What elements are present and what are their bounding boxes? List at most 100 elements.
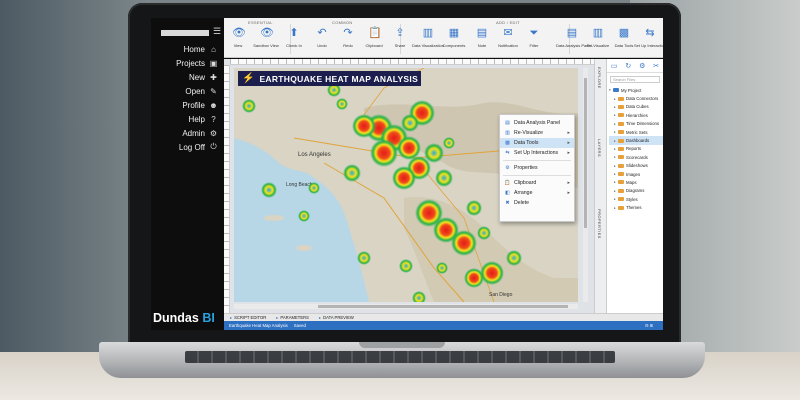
data-tools-icon: ▩ bbox=[618, 27, 630, 39]
explorer-search-input[interactable]: Search Files bbox=[610, 76, 660, 83]
chevron-right-icon: ▸ bbox=[567, 130, 570, 136]
tools-icon[interactable]: ✂ bbox=[653, 62, 659, 70]
tree-item-time-dimensions[interactable]: ▸ Time Dimensions bbox=[609, 120, 663, 128]
folder-icon bbox=[618, 180, 624, 185]
context-menu-item-re-visualize[interactable]: ▥ Re-Visualize ▸ bbox=[500, 128, 574, 138]
nav-item-home[interactable]: Home ⌂ bbox=[151, 42, 224, 56]
tree-item-metric-sets[interactable]: ▸ Metric Sets bbox=[609, 128, 663, 136]
nav-item-new[interactable]: New ✚ bbox=[151, 70, 224, 84]
tree-item-label: Scorecards bbox=[626, 154, 648, 160]
re-visualize-icon: ▥ bbox=[505, 130, 510, 136]
context-menu-item-data-analysis-panel[interactable]: ▤ Data Analysis Panel bbox=[500, 118, 574, 128]
settings-icon[interactable]: ⚙ bbox=[639, 62, 645, 70]
context-menu-item-delete[interactable]: ✖ Delete bbox=[500, 198, 574, 208]
chevron-right-icon: ▸ bbox=[567, 150, 570, 156]
tab-layers[interactable]: LAYERS bbox=[597, 139, 602, 157]
project-icon bbox=[613, 88, 619, 93]
nav-item-admin[interactable]: Admin ⚙ bbox=[151, 126, 224, 140]
components-icon: ▦ bbox=[448, 27, 460, 39]
tree-item-images[interactable]: ▸ Images bbox=[609, 170, 663, 178]
nav-item-log-off[interactable]: Log Off ⏻ bbox=[151, 140, 224, 154]
explorer-panel: ▭ ↻ ⚙ ✂ Search Files ▾ My Project ▸ Data Co… bbox=[606, 59, 663, 313]
group-add-edit-title: ADD / EDIT bbox=[496, 20, 520, 25]
tab-explore[interactable]: EXPLORE bbox=[597, 67, 602, 89]
add-icon[interactable]: ▭ bbox=[611, 62, 618, 70]
bottom-tab-data-preview[interactable]: ▸ DATA PREVIEW bbox=[319, 315, 354, 320]
context-menu-item-arrange[interactable]: ◧ Arrange ▸ bbox=[500, 188, 574, 198]
brand-logo: Dundas BI bbox=[151, 311, 224, 329]
context-menu-item-clipboard[interactable]: 📋 Clipboard ▸ bbox=[500, 178, 574, 188]
vertical-scroll-thumb[interactable] bbox=[584, 78, 587, 228]
tree-item-scorecards[interactable]: ▸ Scorecards bbox=[609, 153, 663, 161]
nav-search-input[interactable] bbox=[161, 30, 209, 36]
menu-divider bbox=[503, 175, 571, 176]
horizontal-scrollbar[interactable] bbox=[234, 304, 578, 309]
folder-icon bbox=[618, 96, 624, 101]
set-up-interactions-icon: ⇆ bbox=[505, 150, 510, 156]
group-common-title: COMMON bbox=[332, 20, 353, 25]
tree-item-label: Reports bbox=[626, 146, 642, 152]
folder-icon bbox=[618, 121, 624, 126]
tree-root[interactable]: ▾ My Project bbox=[609, 86, 663, 94]
vertical-scrollbar[interactable] bbox=[583, 68, 588, 302]
ribbon-toolbar: ESSENTIAL COMMON ADD / EDIT 👁 View 👁 Sandbo… bbox=[224, 18, 663, 58]
tree-item-hierarchies[interactable]: ▸ Hierarchies bbox=[609, 111, 663, 119]
seismic-logo-icon: ⚡ bbox=[242, 73, 255, 84]
bottom-tab-script-editor[interactable]: ▸ SCRIPT EDITOR bbox=[230, 315, 266, 320]
tree-item-themes[interactable]: ▸ Themes bbox=[609, 203, 663, 211]
tree-item-reports[interactable]: ▸ Reports bbox=[609, 145, 663, 153]
ribbon-button-label: Set Up Interactions bbox=[634, 43, 663, 48]
ruler-horizontal bbox=[230, 59, 594, 65]
data-tools-icon: ▩ bbox=[505, 140, 510, 146]
context-menu-item-set-up-interactions[interactable]: ⇆ Set Up Interactions ▸ bbox=[500, 148, 574, 158]
tree-item-data-cubes[interactable]: ▸ Data Cubes bbox=[609, 103, 663, 111]
context-menu-label: Delete bbox=[514, 200, 529, 206]
ribbon-button-set-up-interactions[interactable]: ⇆ Set Up Interactions bbox=[634, 27, 663, 48]
laptop-keyboard bbox=[185, 351, 615, 363]
ribbon-button-filter[interactable]: ⏷ Filter bbox=[518, 27, 550, 48]
bottom-tab-bar: ▸ SCRIPT EDITOR ▸ PARAMETERS ▸ DATA PREVIEW bbox=[224, 313, 663, 321]
tree-item-diagrams[interactable]: ▸ Diagrams bbox=[609, 187, 663, 195]
nav-item-label: Admin bbox=[182, 128, 205, 138]
menu-icon[interactable]: ☰ bbox=[213, 27, 222, 36]
nav-item-projects[interactable]: Projects ▣ bbox=[151, 56, 224, 70]
data-visualization-icon: ▥ bbox=[422, 27, 434, 39]
context-menu-item-properties[interactable]: ⚙ Properties bbox=[500, 163, 574, 173]
refresh-icon[interactable]: ↻ bbox=[625, 62, 631, 70]
nav-item-help[interactable]: Help? bbox=[151, 112, 224, 126]
tab-properties[interactable]: PROPERTIES bbox=[597, 209, 602, 239]
tree-item-slideshows[interactable]: ▸ Slideshows bbox=[609, 162, 663, 170]
open-icon: ✎ bbox=[210, 86, 217, 96]
set-up-interactions-icon: ⇆ bbox=[645, 27, 655, 39]
tree-item-data-connectors[interactable]: ▸ Data Connectors bbox=[609, 94, 663, 102]
profile-icon: ☻ bbox=[209, 100, 218, 110]
arrange-icon: ◧ bbox=[505, 190, 510, 196]
map-label-san-diego: San Diego bbox=[489, 292, 513, 298]
folder-icon bbox=[618, 138, 624, 143]
tree-item-maps[interactable]: ▸ Maps bbox=[609, 178, 663, 186]
nav-item-profile[interactable]: Profile ☻ bbox=[151, 98, 224, 112]
status-bar: Earthquake Heat Map Analysis Saved ⊟ ⊞ bbox=[224, 321, 663, 330]
tree-item-label: Time Dimensions bbox=[626, 121, 660, 127]
status-name: Earthquake Heat Map Analysis bbox=[229, 323, 288, 328]
nav-item-open[interactable]: Open ✎ bbox=[151, 84, 224, 98]
new-icon: ✚ bbox=[210, 72, 217, 82]
folder-icon bbox=[618, 172, 624, 177]
nav-item-label: Projects bbox=[176, 58, 205, 68]
folder-icon bbox=[618, 146, 624, 151]
context-menu-item-data-tools[interactable]: ▩ Data Tools ▸ bbox=[500, 138, 574, 148]
dashboard-title: EARTHQUAKE HEAT MAP ANALYSIS bbox=[259, 73, 419, 84]
tree-item-styles[interactable]: ▸ Styles bbox=[609, 195, 663, 203]
re-visualize-icon: ▥ bbox=[592, 27, 604, 39]
tab-icon: ▸ bbox=[276, 315, 279, 320]
note-icon: ▤ bbox=[476, 27, 488, 39]
help-icon: ? bbox=[211, 114, 216, 124]
zoom-controls-icon[interactable]: ⊟ ⊞ bbox=[645, 323, 653, 328]
laptop-screen: ☰ Home ⌂ Projects ▣ New ✚ Open ✎ Profile ☻ Help? Ad… bbox=[151, 18, 663, 330]
side-panel-tabs: EXPLORE LAYERS PROPERTIES bbox=[594, 59, 606, 313]
horizontal-scroll-thumb[interactable] bbox=[318, 305, 568, 308]
tree-root-label: My Project bbox=[621, 87, 642, 93]
bottom-tab-parameters[interactable]: ▸ PARAMETERS bbox=[276, 315, 309, 320]
tree-item-dashboards[interactable]: ▸ Dashboards bbox=[609, 136, 663, 145]
chevron-right-icon: ▸ bbox=[567, 180, 570, 186]
